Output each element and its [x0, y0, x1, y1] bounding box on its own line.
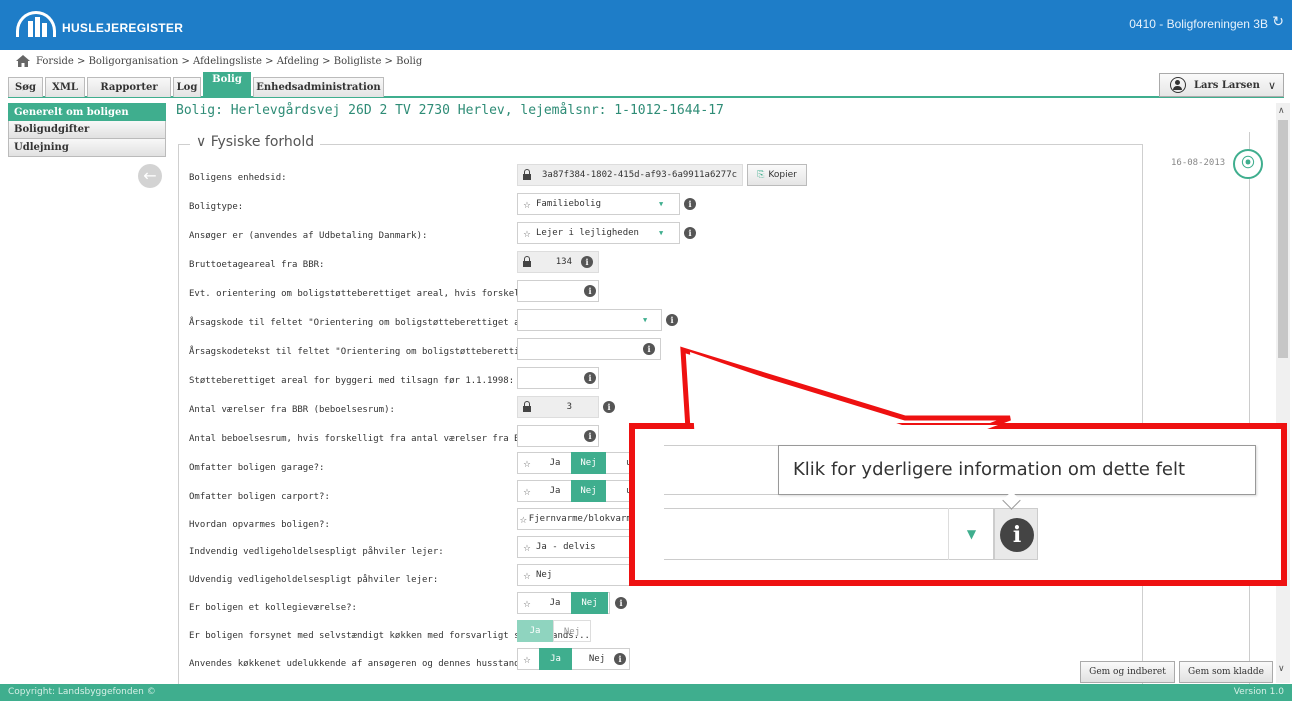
zoom-info-button: i [994, 508, 1038, 560]
zoom-dropdown-arrow-icon: ▼ [948, 508, 994, 560]
zoom-select-field [664, 508, 994, 560]
callout-arrow-cover [690, 352, 998, 535]
info-icon: i [1000, 518, 1034, 552]
zoom-input-field [664, 445, 794, 495]
info-tooltip: Klik for yderligere information om dette… [778, 445, 1256, 495]
